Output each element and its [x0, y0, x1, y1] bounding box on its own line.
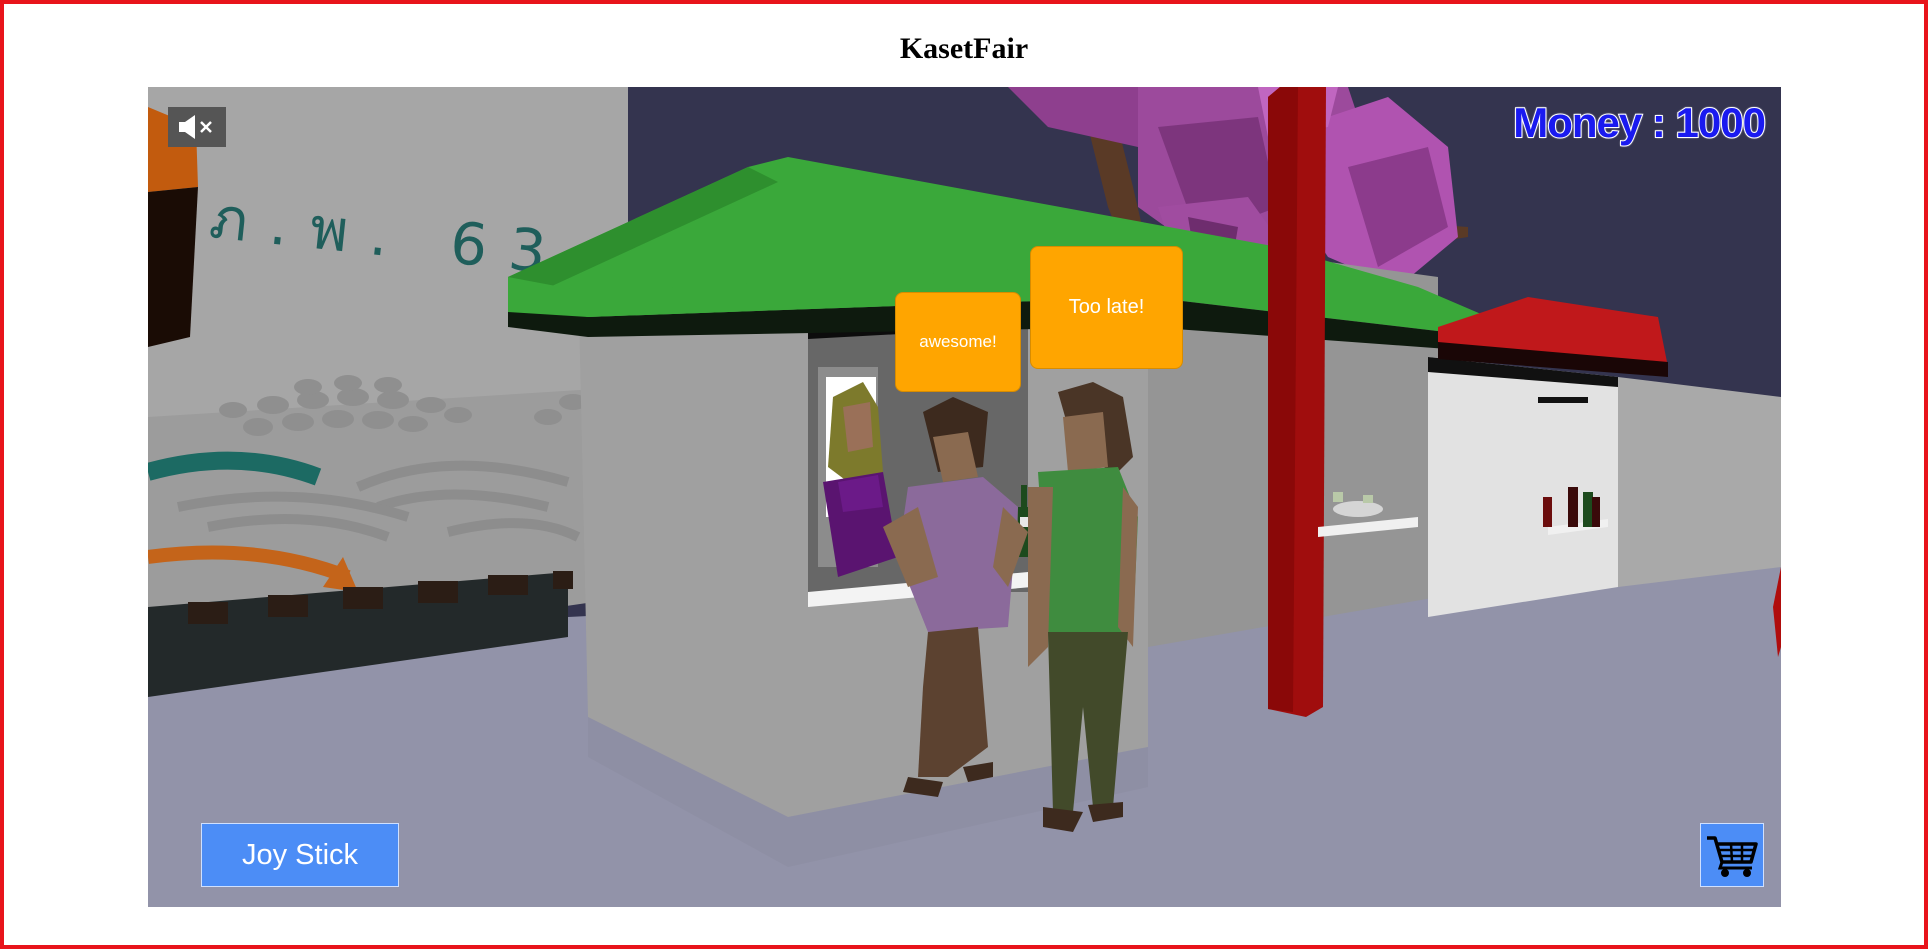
speaker-muted-icon	[179, 115, 212, 139]
shopping-cart-icon	[1707, 836, 1758, 877]
joystick-button[interactable]: Joy Stick	[201, 823, 399, 887]
mute-button[interactable]	[168, 107, 226, 147]
game-viewport[interactable]: ภ.พ. 63 Money: 1000 awesome! Too late! …	[148, 87, 1781, 907]
speech-bubble-awesome: awesome!	[895, 292, 1021, 392]
cart-button[interactable]	[1700, 823, 1764, 887]
speech-bubble-too-late: Too late!	[1030, 246, 1183, 369]
plates	[1333, 501, 1383, 517]
right-stall-bottles	[1543, 497, 1552, 527]
money-display: Money : 1000	[1512, 98, 1767, 147]
game-scene: ภ.พ. 63	[148, 87, 1781, 907]
page-title: KasetFair	[899, 32, 1029, 65]
